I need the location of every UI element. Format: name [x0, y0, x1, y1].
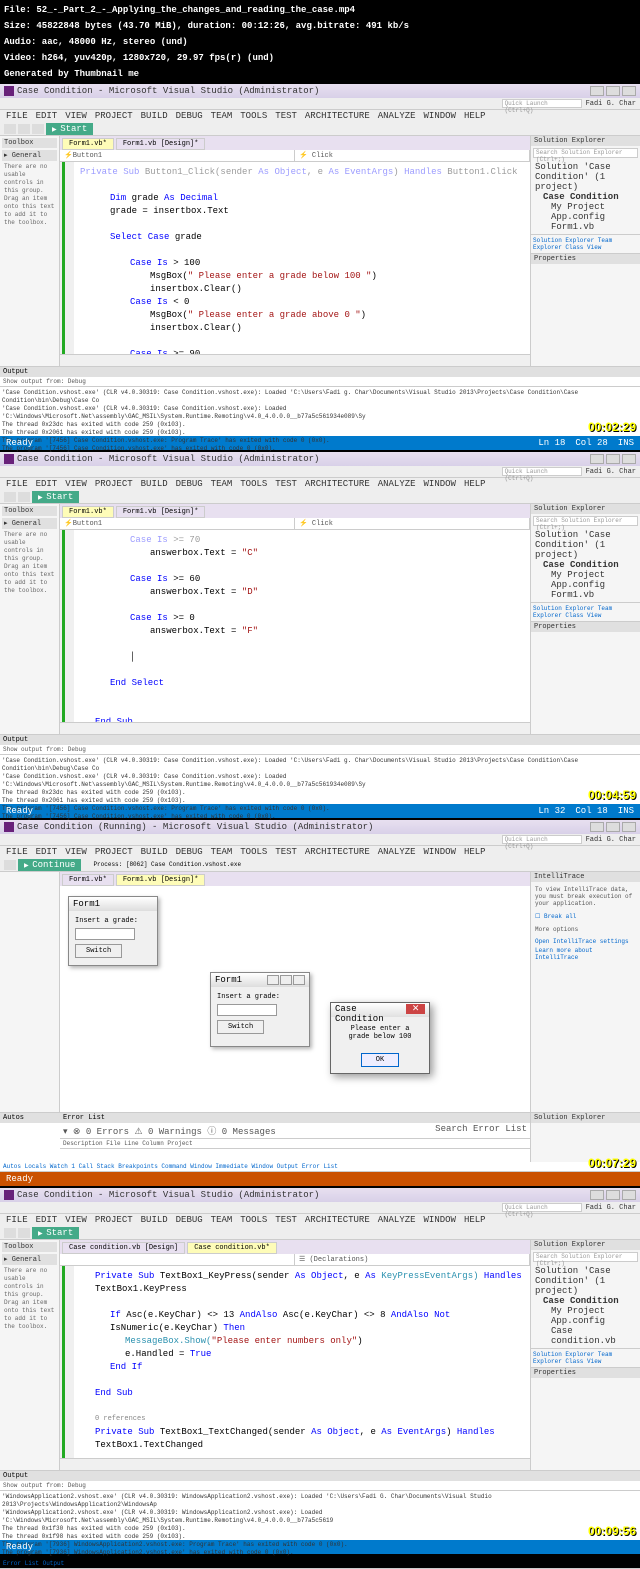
tab-form1-design[interactable]: Form1.vb [Design]* — [116, 138, 206, 150]
quick-launch-input[interactable]: Quick Launch (Ctrl+Q) — [502, 99, 582, 108]
code-area[interactable]: Private Sub TextBox1_KeyPress(sender As … — [60, 1266, 530, 1458]
menu-bar[interactable]: FILEEDITVIEWPROJECTBUILDDEBUGTEAMTOOLSTE… — [0, 110, 640, 122]
output-panel[interactable]: Output Show output from: Debug 'Case Con… — [0, 366, 640, 436]
thumbnail-2: Case Condition - Microsoft Visual Studio… — [0, 452, 640, 818]
maximize-button[interactable] — [606, 86, 620, 96]
vs-icon — [4, 86, 14, 96]
running-form[interactable]: Form1 Insert a grade:Switch — [210, 972, 310, 1047]
switch-button[interactable]: Switch — [75, 944, 122, 958]
toolbar[interactable]: ▶ Start — [0, 122, 640, 136]
minimize-button[interactable] — [590, 86, 604, 96]
start-button[interactable]: ▶ Start — [46, 123, 93, 135]
ok-button[interactable]: OK — [361, 1053, 399, 1067]
thumbnail-3: Case Condition (Running) - Microsoft Vis… — [0, 820, 640, 1186]
form-designer[interactable]: Form1.vb*Form1.vb [Design]* Form1 Insert… — [60, 872, 530, 1112]
intellitrace-panel[interactable]: IntelliTrace To view IntelliTrace data, … — [530, 872, 640, 1112]
code-area[interactable]: Private Sub Button1_Click(sender As Obje… — [60, 162, 530, 354]
message-box[interactable]: Case Condition✕ Please enter a grade bel… — [330, 1002, 430, 1074]
error-list[interactable]: Error List ▾ ⊗ 0 Errors ⚠ 0 Warnings ⓘ 0… — [60, 1112, 530, 1162]
toolbox-panel: Toolbox ▸ General There are no usable co… — [0, 136, 60, 366]
method-dropdown[interactable]: ⚡ Click — [295, 150, 530, 161]
tab-form1-vb[interactable]: Form1.vb* — [62, 138, 114, 150]
file-info: File: 52_-_Part_2_-_Applying_the_changes… — [0, 0, 640, 84]
solution-explorer[interactable]: Solution Explorer Search Solution Explor… — [530, 136, 640, 366]
class-dropdown[interactable]: ⚡Button1 — [60, 150, 295, 161]
timestamp: 00:02:29 — [588, 420, 636, 434]
thumbnail-1: Case Condition - Microsoft Visual Studio… — [0, 84, 640, 450]
code-editor[interactable]: Form1.vb* Form1.vb [Design]* ⚡Button1 ⚡ … — [60, 136, 530, 366]
user-name[interactable]: Fadi G. Char — [586, 100, 636, 108]
close-button[interactable] — [622, 86, 636, 96]
form-preview: Form1 Insert a grade:Switch — [68, 896, 158, 966]
close-icon[interactable]: ✕ — [406, 1004, 425, 1014]
code-area[interactable]: Case Is >= 70 answerbox.Text = "C" Case … — [60, 530, 530, 722]
quick-launch-bar: Quick Launch (Ctrl+Q) Fadi G. Char — [0, 98, 640, 110]
thumbnail-4: Case Condition - Microsoft Visual Studio… — [0, 1188, 640, 1554]
window-titlebar[interactable]: Case Condition - Microsoft Visual Studio… — [0, 84, 640, 98]
